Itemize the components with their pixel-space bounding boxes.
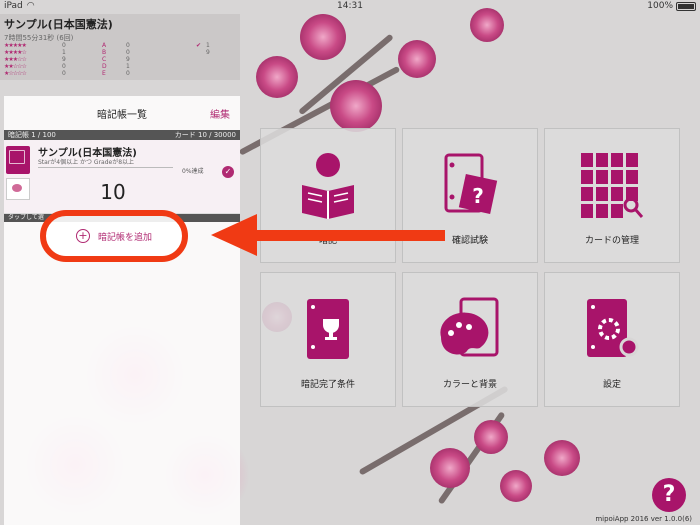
notebook-item[interactable]: サンプル(日本国憲法) Starが4個以上 かつ Gradeが8以上 0%達成 … [4, 140, 240, 214]
grade-letter: B [102, 49, 107, 56]
status-time: 14:31 [337, 1, 363, 11]
panel-title: 暗記帳一覧 [97, 110, 147, 121]
tile-card-management[interactable]: カードの管理 [544, 128, 680, 263]
grade-count: 9 [126, 56, 130, 63]
card-grid-search-icon [581, 153, 644, 218]
stats-row: ★★☆☆☆ 0 D 1 [4, 63, 236, 70]
stats-row: ★★★★☆ 1 B 0 9 [4, 49, 236, 56]
tile-label: カラーと背景 [442, 380, 497, 390]
star-count: 0 [62, 63, 66, 70]
tile-memorize[interactable]: 暗記 [260, 128, 396, 263]
notebook-count: 暗記帳 1 / 100 [8, 131, 56, 139]
reading-person-icon [302, 153, 354, 219]
trophy-book-icon [307, 299, 349, 359]
version-footer: mipoiApp 2016 ver 1.0.0(6) [595, 515, 692, 523]
notebook-list-panel: 暗記帳一覧 編集 暗記帳 1 / 100 カード 10 / 30000 サンプル… [4, 96, 240, 525]
status-bar: iPad ◠ 14:31 100% [0, 0, 700, 14]
card-count-value: 10 [100, 180, 126, 204]
progress-text: 0%達成 [182, 168, 204, 175]
tile-label: 暗記完了条件 [300, 380, 355, 390]
progress-bar [38, 167, 173, 168]
plus-circle-icon: + [75, 229, 90, 243]
star-rating: ★★☆☆☆ [4, 63, 27, 70]
stats-row: ★★★☆☆ 9 C 9 [4, 56, 236, 63]
check-icon: ✔ [196, 42, 202, 49]
settings-book-icon [587, 299, 639, 357]
help-button[interactable]: ? [652, 478, 686, 512]
stats-title: サンプル(日本国憲法) [4, 18, 113, 31]
check-count [206, 70, 226, 77]
annotation-arrow-shaft [255, 230, 445, 241]
check-count: 9 [206, 49, 210, 56]
tile-label: カードの管理 [584, 236, 639, 246]
panel-header: 暗記帳一覧 編集 [4, 96, 240, 130]
star-count: 1 [62, 49, 66, 56]
star-rating: ★★★★★ [4, 42, 27, 49]
battery-percent: 100% [647, 1, 673, 11]
check-count [206, 63, 226, 70]
notebook-cover-icon [6, 146, 30, 174]
check-icon [196, 49, 206, 56]
grade-letter: A [102, 42, 107, 49]
stats-summary-card[interactable]: サンプル(日本国憲法) 7時間55分31秒 (6回) ★★★★★ 0 A 0 ✔… [0, 14, 240, 80]
menu-tiles: 暗記 ? 確認試験 カードの管理 暗記完了条件 カラーと背景 設定 [260, 128, 680, 410]
grade-count: 0 [126, 70, 130, 77]
tile-completion-condition[interactable]: 暗記完了条件 [260, 272, 396, 407]
selected-check-icon[interactable]: ✓ [222, 166, 234, 178]
card-count: カード 10 / 30000 [174, 131, 236, 139]
add-notebook-label: 暗記帳を追加 [97, 232, 152, 243]
check-count: 1 [206, 42, 210, 49]
grade-letter: C [102, 56, 107, 63]
star-rating: ★★★★☆ [4, 49, 27, 56]
battery-icon [676, 1, 696, 11]
add-notebook-button[interactable]: + 暗記帳を追加 [40, 210, 188, 262]
star-rating: ★★★☆☆ [4, 56, 27, 63]
tile-settings[interactable]: 設定 [544, 272, 680, 407]
check-icon [196, 56, 206, 63]
annotation-arrow-icon [211, 214, 257, 256]
check-icon [196, 70, 206, 77]
edit-button[interactable]: 編集 [210, 106, 230, 121]
stats-grid: ★★★★★ 0 A 0 ✔ 1 ★★★★☆ 1 B 0 9 ★★★☆☆ 9 C … [4, 42, 236, 77]
grade-count: 0 [126, 42, 130, 49]
star-rating: ★☆☆☆☆ [4, 70, 27, 77]
tile-label: 設定 [602, 380, 621, 390]
grade-letter: E [102, 70, 106, 77]
check-count [206, 56, 226, 63]
star-count: 9 [62, 56, 66, 63]
grade-count: 0 [126, 49, 130, 56]
check-icon [196, 63, 206, 70]
quiz-book-icon: ? [444, 153, 498, 214]
notebook-thumbnail [6, 178, 30, 200]
grade-count: 1 [126, 63, 130, 70]
count-bar: 暗記帳 1 / 100 カード 10 / 30000 [4, 130, 240, 140]
stats-row: ★★★★★ 0 A 0 ✔ 1 [4, 42, 236, 49]
tile-quiz[interactable]: ? 確認試験 [402, 128, 538, 263]
grade-letter: D [102, 63, 107, 70]
completion-condition: Starが4個以上 かつ Gradeが8以上 [38, 159, 135, 166]
stats-row: ★☆☆☆☆ 0 E 0 [4, 70, 236, 77]
svg-text:?: ? [472, 184, 484, 208]
star-count: 0 [62, 42, 66, 49]
palette-icon [440, 297, 499, 357]
star-count: 0 [62, 70, 66, 77]
tile-color-background[interactable]: カラーと背景 [402, 272, 538, 407]
